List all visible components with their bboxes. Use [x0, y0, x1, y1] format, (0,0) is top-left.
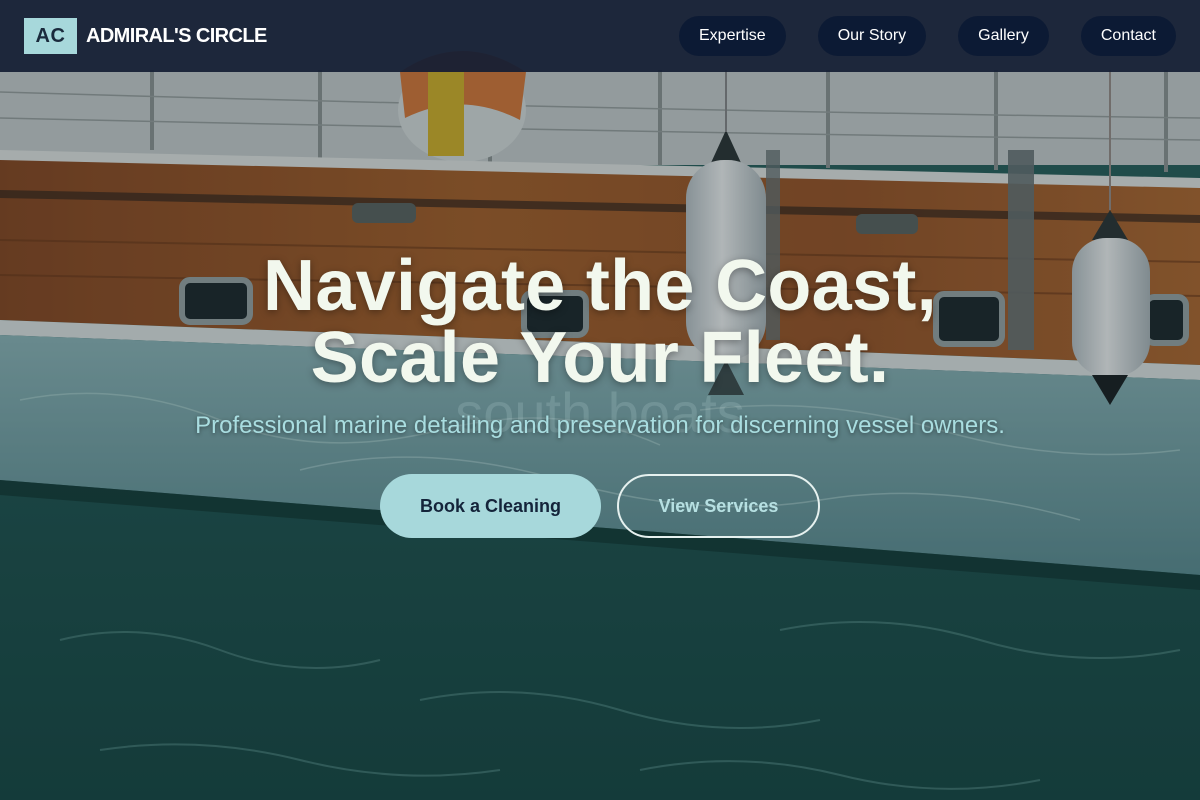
hero-title: Navigate the Coast, Scale Your Fleet. [263, 250, 937, 394]
nav-item-contact[interactable]: Contact [1080, 16, 1176, 56]
main-nav: Expertise Our Story Gallery Contact [679, 16, 1176, 56]
hero-title-line-2: Scale Your Fleet. [310, 318, 890, 398]
nav-item-expertise[interactable]: Expertise [679, 16, 786, 56]
hero-title-line-1: Navigate the Coast, [263, 246, 937, 326]
top-navbar: AC ADMIRAL'S CIRCLE Expertise Our Story … [0, 0, 1200, 72]
brand-logo-link[interactable]: AC ADMIRAL'S CIRCLE [24, 18, 267, 54]
brand-name: ADMIRAL'S CIRCLE [86, 24, 267, 47]
hero-cta-group: Book a Cleaning View Services [380, 474, 820, 538]
book-cleaning-button[interactable]: Book a Cleaning [380, 474, 601, 538]
nav-item-our-story[interactable]: Our Story [817, 16, 927, 56]
hero-section: Navigate the Coast, Scale Your Fleet. Pr… [0, 250, 1200, 538]
view-services-button[interactable]: View Services [617, 474, 820, 538]
nav-item-gallery[interactable]: Gallery [958, 16, 1049, 56]
hero-subtitle: Professional marine detailing and preser… [195, 412, 1005, 439]
brand-initials-badge: AC [24, 18, 77, 54]
